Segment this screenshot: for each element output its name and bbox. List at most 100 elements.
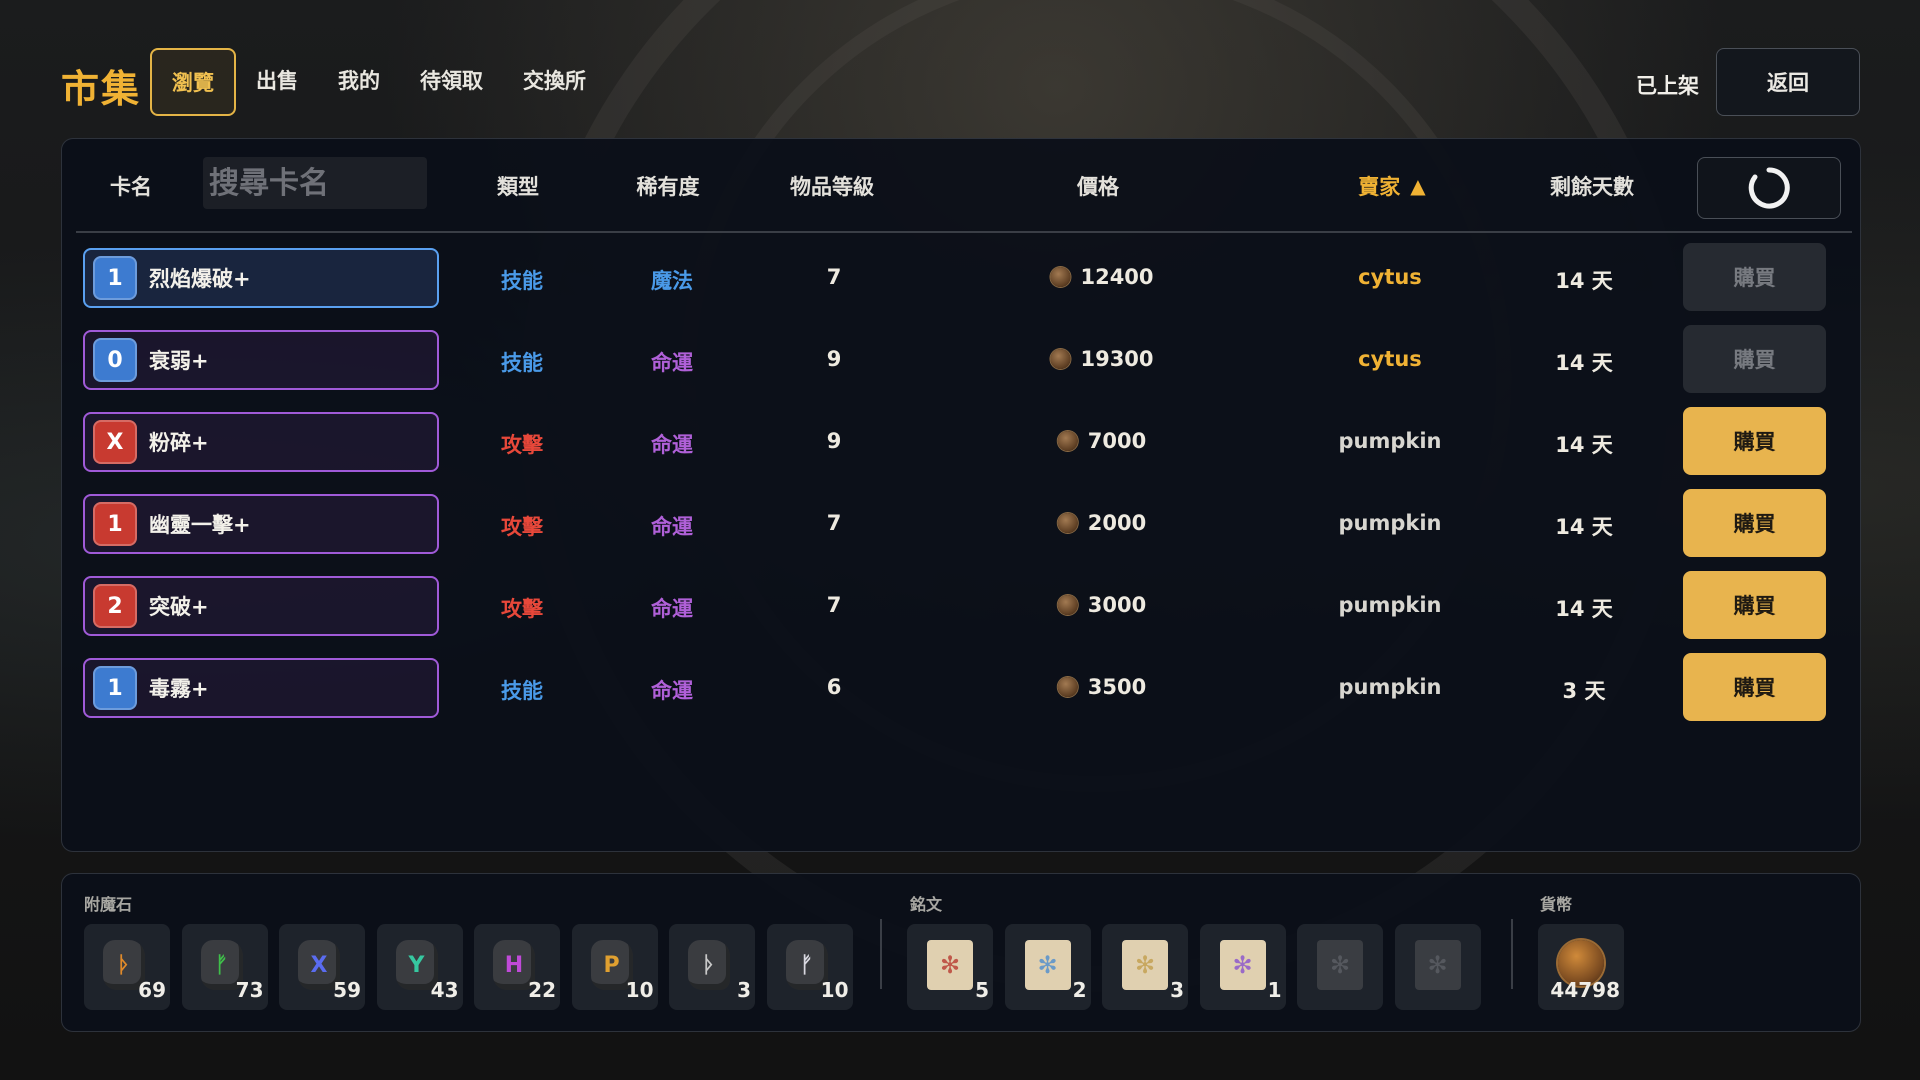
days-left: 14 天: [1555, 515, 1613, 539]
col-type[interactable]: 類型: [497, 171, 539, 201]
item-quantity: 59: [333, 978, 361, 1002]
price: 2000: [1057, 511, 1146, 535]
coin-icon: [1057, 513, 1078, 533]
card-type: 攻擊: [501, 433, 543, 457]
card-name: 幽靈一擊+: [149, 513, 251, 537]
card-type: 攻擊: [501, 597, 543, 621]
listed-link[interactable]: 已上架: [1636, 70, 1699, 100]
card-rarity: 命運: [651, 433, 693, 457]
seller-name: cytus: [1358, 347, 1422, 371]
item-level: 7: [826, 265, 842, 289]
enchant-stone-slot[interactable]: X 59: [279, 924, 365, 1010]
item-level: 7: [826, 593, 842, 617]
buy-button[interactable]: 購買: [1683, 243, 1826, 311]
card-name-badge[interactable]: 1 毒霧+: [83, 658, 439, 718]
item-quantity: 10: [625, 978, 654, 1002]
col-seller[interactable]: 賣家 ▲: [1358, 171, 1425, 201]
card-name-badge[interactable]: 1 幽靈一擊+: [83, 494, 439, 554]
item-quantity: 3: [737, 978, 751, 1002]
price-value: 3000: [1087, 593, 1147, 617]
item-quantity: 69: [138, 978, 166, 1002]
rune-glyph: P: [603, 952, 620, 978]
price: 3000: [1057, 593, 1147, 617]
enchant-stone-slot[interactable]: P 10: [571, 924, 658, 1010]
coin-icon: [1057, 431, 1078, 451]
card-type: 技能: [501, 351, 543, 375]
col-price[interactable]: 價格: [1077, 171, 1119, 201]
buy-button[interactable]: 購買: [1683, 571, 1826, 639]
buy-button[interactable]: 購買: [1683, 407, 1826, 475]
coin-icon: [1057, 677, 1078, 697]
tab-exchange[interactable]: 交換所: [503, 48, 606, 112]
col-rarity[interactable]: 稀有度: [637, 171, 700, 201]
inscription-slot[interactable]: ✻ 2: [1004, 924, 1091, 1010]
enchant-stone-slot[interactable]: Y 43: [376, 924, 463, 1010]
buy-button[interactable]: 購買: [1683, 325, 1826, 393]
inscription-blue-icon: ✻: [1024, 940, 1071, 990]
enchant-stone-slot[interactable]: ᚠ 10: [766, 924, 853, 1010]
enchant-stone-slot[interactable]: ᚦ3: [669, 924, 755, 1010]
buy-button[interactable]: 購買: [1683, 489, 1826, 557]
inscription-label: 銘文: [910, 895, 943, 914]
price: 7000: [1057, 429, 1146, 453]
item-quantity: 73: [235, 978, 264, 1002]
table-row: 2 突破+ 攻擊 命運 7 3000 pumpkin 14 天 購買: [62, 571, 1860, 641]
col-level[interactable]: 物品等級: [790, 171, 874, 201]
inscription-slot[interactable]: ✻: [1394, 924, 1481, 1010]
tab-sell[interactable]: 出售: [236, 48, 318, 112]
refresh-button[interactable]: [1697, 157, 1841, 219]
item-quantity: 3: [1170, 978, 1184, 1002]
rune-glyph: ᚦ: [702, 952, 716, 978]
card-name-badge[interactable]: 2 突破+: [83, 576, 439, 636]
table-row: 1 幽靈一擊+ 攻擊 命運 7 2000 pumpkin 14 天 購買: [62, 489, 1860, 559]
card-name: 粉碎+: [149, 431, 209, 455]
card-name-badge[interactable]: X 粉碎+: [83, 412, 439, 472]
card-cost-badge: 2: [93, 584, 137, 628]
tab-browse[interactable]: 瀏覽: [150, 48, 236, 116]
inscription-red-icon: ✻: [927, 940, 973, 990]
inscription-slot[interactable]: ✻ 3: [1102, 924, 1188, 1010]
item-quantity: 1: [1267, 978, 1282, 1002]
col-seller-label: 賣家: [1358, 175, 1401, 199]
price: 12400: [1050, 265, 1154, 289]
col-days-left[interactable]: 剩餘天數: [1550, 171, 1634, 201]
seller-name: cytus: [1358, 265, 1422, 289]
item-level: 6: [826, 675, 842, 699]
currency-label: 貨幣: [1540, 895, 1573, 914]
header-divider: [76, 231, 1852, 233]
tab-bar: 瀏覽 出售 我的 待領取 交換所: [150, 48, 606, 116]
rune-glyph: ᚠ: [214, 952, 229, 978]
search-input[interactable]: [203, 157, 427, 209]
inscription-slot[interactable]: ✻ 5: [907, 924, 993, 1010]
days-left: 14 天: [1555, 433, 1613, 457]
enchant-stone-slot[interactable]: H 22: [474, 924, 560, 1010]
item-quantity: 43: [430, 978, 459, 1002]
card-rarity: 命運: [651, 597, 693, 621]
refresh-icon: [1748, 167, 1790, 209]
rune-glyph: X: [310, 952, 328, 978]
card-cost-badge: 1: [93, 502, 137, 546]
inscription-slot[interactable]: ✻ 1: [1199, 924, 1286, 1010]
currency-slot[interactable]: 44798: [1538, 924, 1624, 1010]
card-name-badge[interactable]: 1 烈焰爆破+: [83, 248, 439, 308]
enchant-stone-slot[interactable]: ᚠ 73: [181, 924, 268, 1010]
card-name-badge[interactable]: 0 衰弱+: [83, 330, 439, 390]
inscription-slot[interactable]: ✻: [1297, 924, 1383, 1010]
card-cost-badge: 1: [93, 256, 137, 300]
table-row: 1 烈焰爆破+ 技能 魔法 7 12400 cytus 14 天 購買: [62, 243, 1860, 313]
table-row: 1 毒霧+ 技能 命運 6 3500 pumpkin 3 天 購買: [62, 653, 1860, 723]
rune-glyph: H: [504, 952, 524, 978]
tab-mine[interactable]: 我的: [318, 48, 400, 112]
back-button[interactable]: 返回: [1716, 48, 1860, 116]
price: 3500: [1057, 675, 1146, 699]
tab-pending[interactable]: 待領取: [400, 48, 503, 112]
card-cost-badge: X: [93, 420, 137, 464]
col-card-name: 卡名: [110, 175, 152, 199]
rune-glyph: ᚦ: [117, 952, 131, 978]
buy-button[interactable]: 購買: [1683, 653, 1826, 721]
days-left: 3 天: [1562, 679, 1606, 703]
card-rarity: 命運: [651, 679, 693, 703]
sort-ascending-icon: ▲: [1410, 174, 1426, 198]
table-row: 0 衰弱+ 技能 命運 9 19300 cytus 14 天 購買: [62, 325, 1860, 395]
enchant-stone-slot[interactable]: ᚦ 69: [84, 924, 170, 1010]
